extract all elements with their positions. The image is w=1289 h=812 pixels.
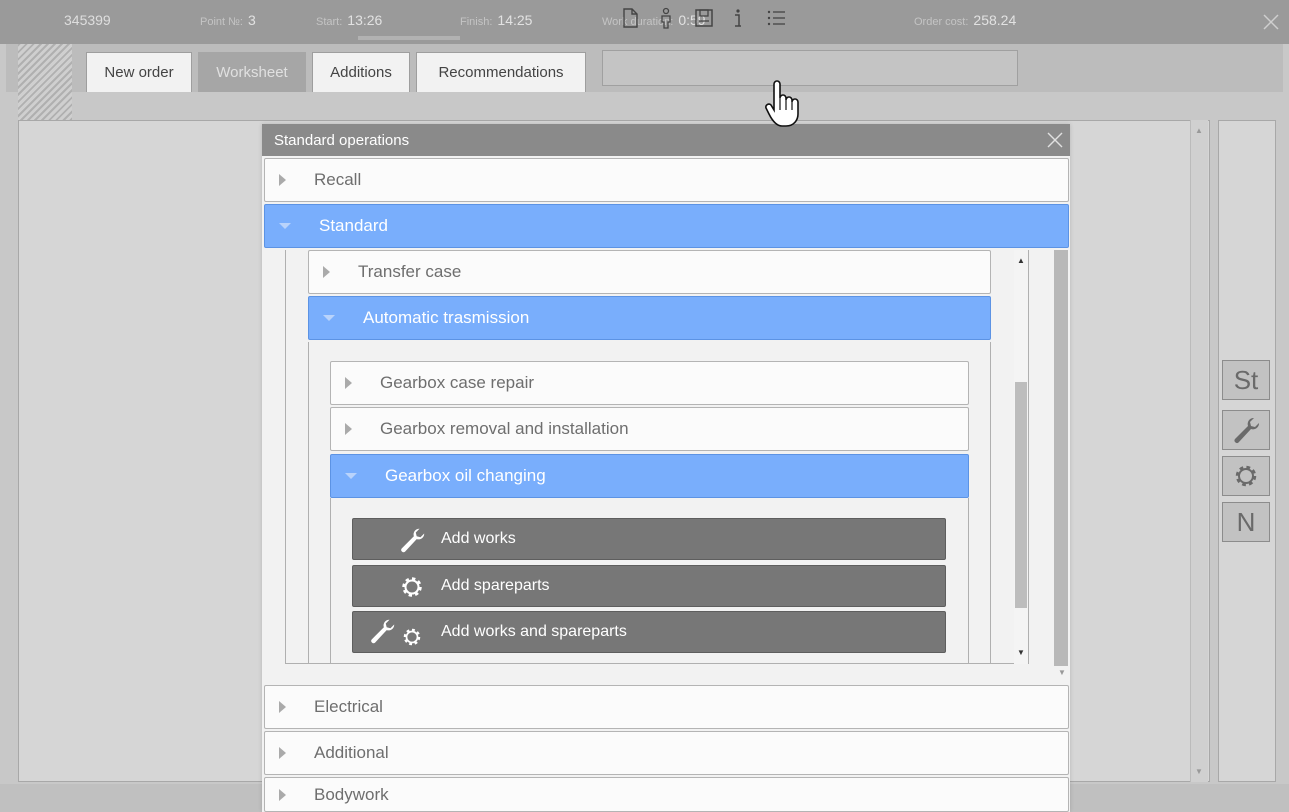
group-electrical[interactable]: Electrical <box>264 685 1069 729</box>
chevron-right-icon <box>323 266 330 278</box>
scroll-down-icon[interactable]: ▼ <box>1058 668 1066 677</box>
cost-label: Order cost: <box>914 16 969 28</box>
tab-additions[interactable]: Additions <box>312 52 410 92</box>
hatch-pattern <box>18 44 72 120</box>
tab-new-order[interactable]: New order <box>86 52 192 92</box>
person-icon[interactable] <box>654 6 678 30</box>
scroll-up-icon[interactable]: ▲ <box>1017 256 1025 265</box>
subgroup-transfer-case[interactable]: Transfer case <box>308 250 991 294</box>
side-panel <box>1218 120 1276 782</box>
add-works-label: Add works <box>441 530 516 547</box>
standard-ops-button[interactable]: St <box>1222 360 1270 400</box>
info-icon[interactable] <box>726 6 750 30</box>
point-label: Point №: <box>200 16 243 28</box>
operation-oil-changing-label: Gearbox oil changing <box>385 466 546 485</box>
chevron-right-icon <box>345 377 352 389</box>
add-spareparts-button[interactable]: Add spareparts <box>352 565 946 607</box>
subgroup-automatic-transmission[interactable]: Automatic trasmission <box>308 296 991 340</box>
group-bodywork[interactable]: Bodywork <box>264 777 1069 812</box>
operation-removal-installation-label: Gearbox removal and installation <box>380 419 629 438</box>
operation-oil-changing[interactable]: Gearbox oil changing <box>330 454 969 498</box>
scroll-down-icon[interactable]: ▼ <box>1195 767 1203 776</box>
works-button[interactable] <box>1222 410 1270 450</box>
group-additional-label: Additional <box>314 743 389 762</box>
group-standard-label: Standard <box>319 216 388 235</box>
subgroup-automatic-transmission-label: Automatic trasmission <box>363 308 530 327</box>
chevron-right-icon <box>279 788 286 801</box>
cost-value: 258.24 <box>973 12 1017 28</box>
dialog-scrollbar-thumb[interactable] <box>1054 250 1068 666</box>
add-works-and-spareparts-label: Add works and spareparts <box>441 623 627 640</box>
add-works-and-spareparts-button[interactable]: Add works and spareparts <box>352 611 946 653</box>
subgroup-transfer-case-label: Transfer case <box>358 262 462 281</box>
chevron-down-icon <box>345 473 357 479</box>
order-number: 345399 <box>64 12 111 28</box>
point-value: 3 <box>248 12 256 28</box>
scroll-down-icon[interactable]: ▼ <box>1017 648 1025 657</box>
chevron-down-icon <box>279 223 291 229</box>
chevron-right-icon <box>279 747 286 759</box>
inner-scrollbar-thumb[interactable] <box>1015 382 1027 608</box>
top-status-bar: 345399 Point №: 3 Start: 13:26 Finish: 14:2… <box>0 0 1289 44</box>
gear-icon <box>403 628 421 646</box>
group-standard[interactable]: Standard <box>264 204 1069 248</box>
start-value: 13:26 <box>347 12 383 28</box>
wrench-icon <box>371 619 395 644</box>
scroll-up-icon[interactable]: ▲ <box>1195 126 1203 135</box>
operation-case-repair[interactable]: Gearbox case repair <box>330 361 969 405</box>
add-spareparts-label: Add spareparts <box>441 577 550 594</box>
dialog-title: Standard operations <box>262 124 1070 156</box>
close-icon[interactable] <box>1044 129 1066 151</box>
group-bodywork-label: Bodywork <box>314 784 389 804</box>
chevron-down-icon <box>323 315 335 321</box>
chevron-right-icon <box>279 701 286 713</box>
tab-worksheet[interactable]: Worksheet <box>198 52 306 92</box>
wrench-icon <box>401 528 425 553</box>
point-info: Point №: 3 <box>200 12 256 28</box>
group-recall[interactable]: Recall <box>264 158 1069 202</box>
finish-label: Finish: <box>460 16 493 28</box>
hand-cursor-icon <box>765 80 799 127</box>
close-window-icon[interactable] <box>1261 12 1281 32</box>
start-info: Start: 13:26 <box>316 12 382 28</box>
start-label: Start: <box>316 16 343 28</box>
operation-removal-installation[interactable]: Gearbox removal and installation <box>330 407 969 451</box>
notes-button[interactable]: N <box>1222 502 1270 542</box>
toolbar-icon-bar <box>602 50 1018 86</box>
group-electrical-label: Electrical <box>314 697 383 716</box>
finish-value: 14:25 <box>497 12 533 28</box>
start-underline <box>358 36 460 40</box>
save-icon[interactable] <box>692 6 716 30</box>
wrench-icon <box>1234 417 1260 443</box>
gear-icon <box>1235 465 1257 487</box>
spareparts-button[interactable] <box>1222 456 1270 496</box>
group-recall-label: Recall <box>314 170 362 189</box>
chevron-right-icon <box>279 174 286 186</box>
list-icon[interactable] <box>764 6 788 30</box>
finish-info: Finish: 14:25 <box>460 12 532 28</box>
new-document-icon[interactable] <box>618 6 642 30</box>
main-scrollbar[interactable]: ▲ ▼ <box>1190 120 1208 782</box>
operation-case-repair-label: Gearbox case repair <box>380 373 535 392</box>
tab-recommendations[interactable]: Recommendations <box>416 52 586 92</box>
cost-info: Order cost: 258.24 <box>914 12 1016 28</box>
group-additional[interactable]: Additional <box>264 731 1069 775</box>
add-works-button[interactable]: Add works <box>352 518 946 560</box>
gear-icon <box>402 577 422 597</box>
chevron-right-icon <box>345 423 352 435</box>
